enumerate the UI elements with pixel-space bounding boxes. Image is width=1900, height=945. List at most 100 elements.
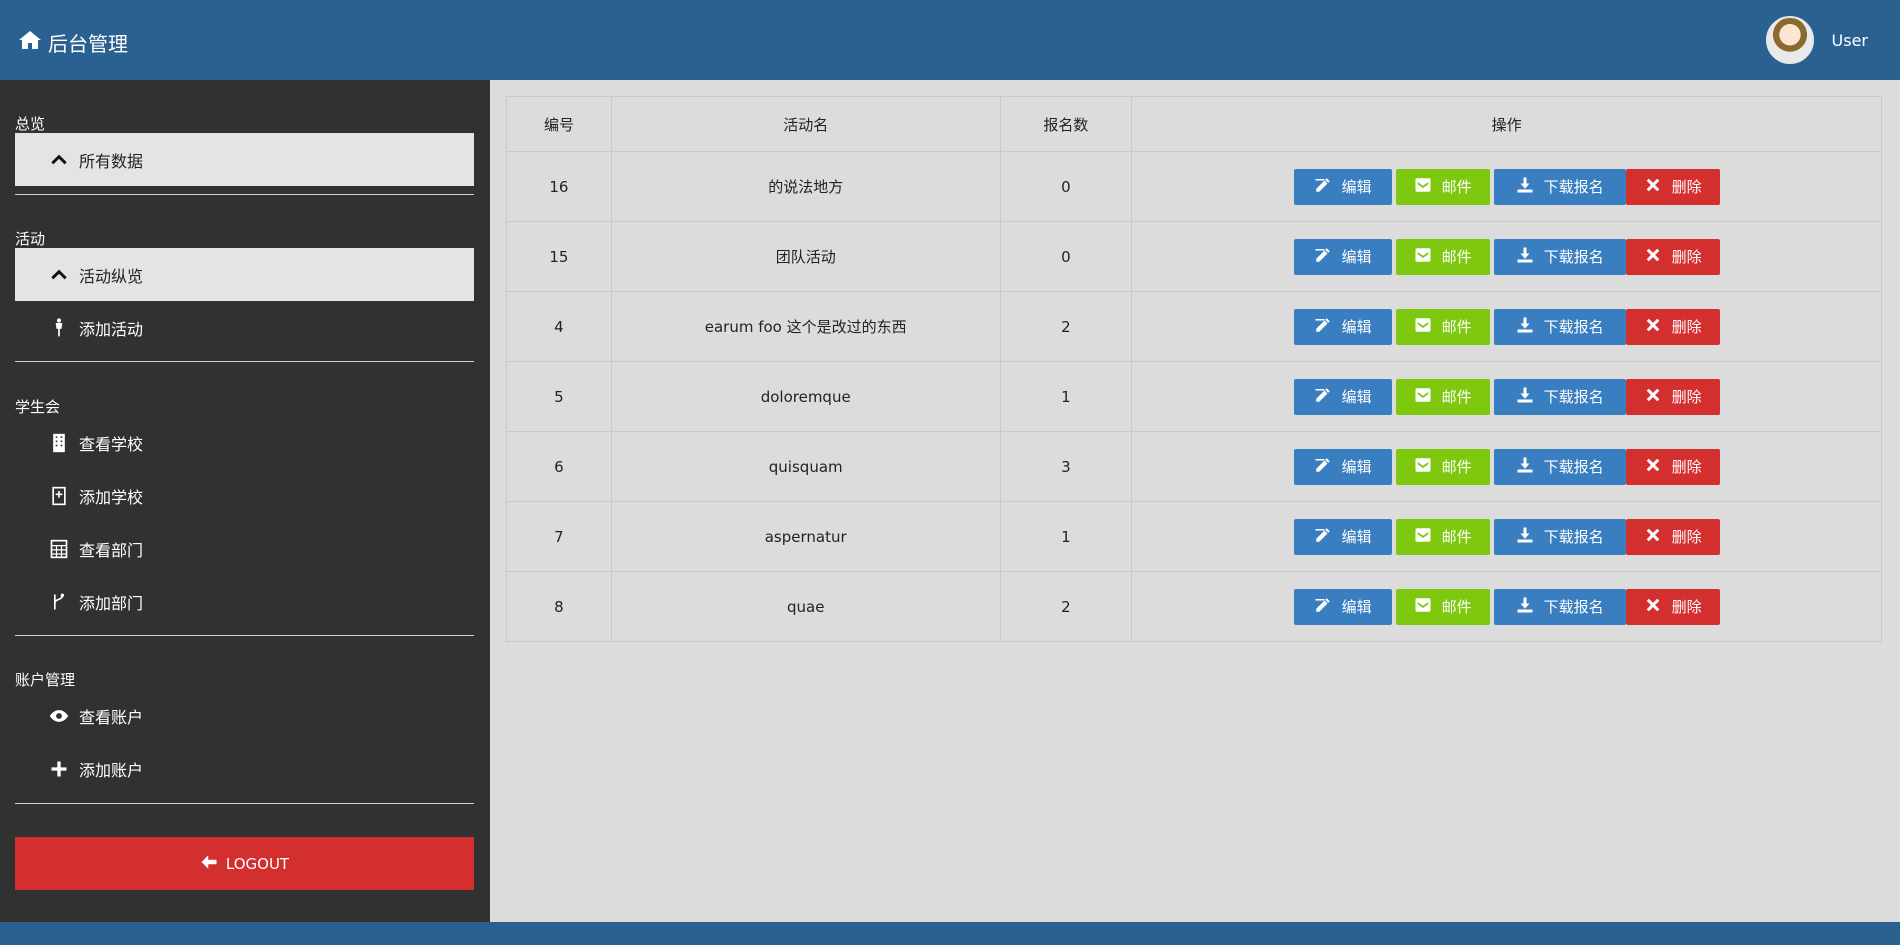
cell-count: 2 [999, 571, 1133, 642]
download-icon [1516, 246, 1534, 268]
divider [15, 635, 474, 636]
download-label: 下载报名 [1543, 528, 1604, 546]
cell-count: 1 [999, 501, 1133, 572]
mail-button[interactable]: 邮件 [1395, 168, 1490, 205]
sidebar-item-label: 添加活动 [79, 319, 144, 339]
download-label: 下载报名 [1543, 318, 1604, 336]
edit-button[interactable]: 编辑 [1293, 378, 1392, 415]
table-row: 16 的说法地方 0 编辑 邮件 下载报名 删除 [506, 151, 1882, 222]
user-name: User [1831, 30, 1868, 50]
cell-name: quisquam [610, 431, 1001, 502]
section-title-accounts: 账户管理 [15, 671, 76, 689]
branch-icon [45, 592, 73, 612]
delete-button[interactable]: 删除 [1625, 308, 1720, 345]
cell-ops: 编辑 邮件 下载报名 删除 [1131, 501, 1882, 572]
delete-button[interactable]: 删除 [1625, 588, 1720, 625]
close-icon [1644, 456, 1662, 478]
edit-button[interactable]: 编辑 [1293, 308, 1392, 345]
edit-label: 编辑 [1341, 318, 1372, 336]
cell-name: earum foo 这个是改过的东西 [610, 291, 1001, 362]
edit-button[interactable]: 编辑 [1293, 238, 1392, 275]
avatar[interactable] [1765, 16, 1814, 64]
cell-ops: 编辑 邮件 下载报名 删除 [1131, 291, 1882, 362]
edit-button[interactable]: 编辑 [1293, 588, 1392, 625]
table-row: 5 doloremque 1 编辑 邮件 下载报名 删除 [506, 361, 1882, 432]
mail-label: 邮件 [1441, 178, 1472, 196]
download-button[interactable]: 下载报名 [1493, 168, 1626, 205]
download-button[interactable]: 下载报名 [1493, 588, 1626, 625]
sidebar-item-view-department[interactable]: 查看部门 [15, 522, 474, 575]
app-title: 后台管理 [48, 32, 128, 56]
sidebar-item-add-activity[interactable]: 添加活动 [15, 301, 474, 354]
download-button[interactable]: 下载报名 [1493, 378, 1626, 415]
mail-button[interactable]: 邮件 [1395, 588, 1490, 625]
mail-button[interactable]: 邮件 [1395, 378, 1490, 415]
download-icon [1516, 316, 1534, 338]
edit-icon [1314, 526, 1332, 548]
mail-button[interactable]: 邮件 [1395, 238, 1490, 275]
delete-label: 删除 [1671, 248, 1702, 266]
sidebar-item-view-accounts[interactable]: 查看账户 [15, 689, 474, 742]
delete-button[interactable]: 删除 [1625, 238, 1720, 275]
col-header-ops: 操作 [1131, 96, 1882, 152]
delete-label: 删除 [1671, 458, 1702, 476]
edit-icon [1314, 246, 1332, 268]
sidebar-item-label: 所有数据 [79, 151, 144, 171]
chevron-up-icon [45, 265, 73, 285]
mail-button[interactable]: 邮件 [1395, 518, 1490, 555]
delete-button[interactable]: 删除 [1625, 168, 1720, 205]
cell-count: 0 [999, 221, 1133, 292]
sidebar-item-add-school[interactable]: 添加学校 [15, 469, 474, 522]
sidebar-item-all-data[interactable]: 所有数据 [15, 133, 474, 186]
mail-label: 邮件 [1441, 528, 1472, 546]
mail-label: 邮件 [1441, 318, 1472, 336]
calculator-icon [45, 539, 73, 559]
edit-icon [1314, 596, 1332, 618]
download-label: 下载报名 [1543, 178, 1604, 196]
cell-ops: 编辑 邮件 下载报名 删除 [1131, 151, 1882, 222]
mail-icon [1414, 456, 1432, 478]
top-navbar: 后台管理 User [0, 0, 1900, 80]
arrow-left-icon [200, 853, 218, 875]
edit-button[interactable]: 编辑 [1293, 168, 1392, 205]
mail-button[interactable]: 邮件 [1395, 308, 1490, 345]
delete-button[interactable]: 删除 [1625, 378, 1720, 415]
download-button[interactable]: 下载报名 [1493, 308, 1626, 345]
sidebar-item-add-department[interactable]: 添加部门 [15, 575, 474, 628]
edit-button[interactable]: 编辑 [1293, 518, 1392, 555]
col-header-count: 报名数 [999, 96, 1133, 152]
edit-button[interactable]: 编辑 [1293, 448, 1392, 485]
close-icon [1644, 176, 1662, 198]
sidebar-item-label: 活动纵览 [79, 266, 144, 286]
download-label: 下载报名 [1543, 598, 1604, 616]
cell-id: 7 [506, 501, 612, 572]
close-icon [1644, 316, 1662, 338]
delete-button[interactable]: 删除 [1625, 518, 1720, 555]
sidebar-item-view-school[interactable]: 查看学校 [15, 416, 474, 469]
mail-icon [1414, 176, 1432, 198]
cell-count: 0 [999, 151, 1133, 222]
mail-icon [1414, 526, 1432, 548]
sidebar-item-label: 添加账户 [79, 760, 144, 780]
close-icon [1644, 596, 1662, 618]
sidebar-item-activity-overview[interactable]: 活动纵览 [15, 248, 474, 301]
divider [15, 803, 474, 804]
cell-ops: 编辑 邮件 下载报名 删除 [1131, 571, 1882, 642]
col-header-id: 编号 [506, 96, 612, 152]
sidebar-item-add-account[interactable]: 添加账户 [15, 742, 474, 795]
download-button[interactable]: 下载报名 [1493, 238, 1626, 275]
logout-button[interactable]: LOGOUT [15, 837, 474, 890]
download-button[interactable]: 下载报名 [1493, 518, 1626, 555]
delete-button[interactable]: 删除 [1625, 448, 1720, 485]
brand[interactable]: 后台管理 [18, 28, 128, 57]
edit-label: 编辑 [1341, 178, 1372, 196]
mail-button[interactable]: 邮件 [1395, 448, 1490, 485]
user-menu[interactable]: User [1765, 16, 1868, 64]
edit-label: 编辑 [1341, 388, 1372, 406]
cell-id: 15 [506, 221, 612, 292]
section-title-activity: 活动 [15, 230, 46, 248]
edit-icon [1314, 176, 1332, 198]
section-title-overview: 总览 [15, 115, 46, 133]
cell-count: 2 [999, 291, 1133, 362]
download-button[interactable]: 下载报名 [1493, 448, 1626, 485]
